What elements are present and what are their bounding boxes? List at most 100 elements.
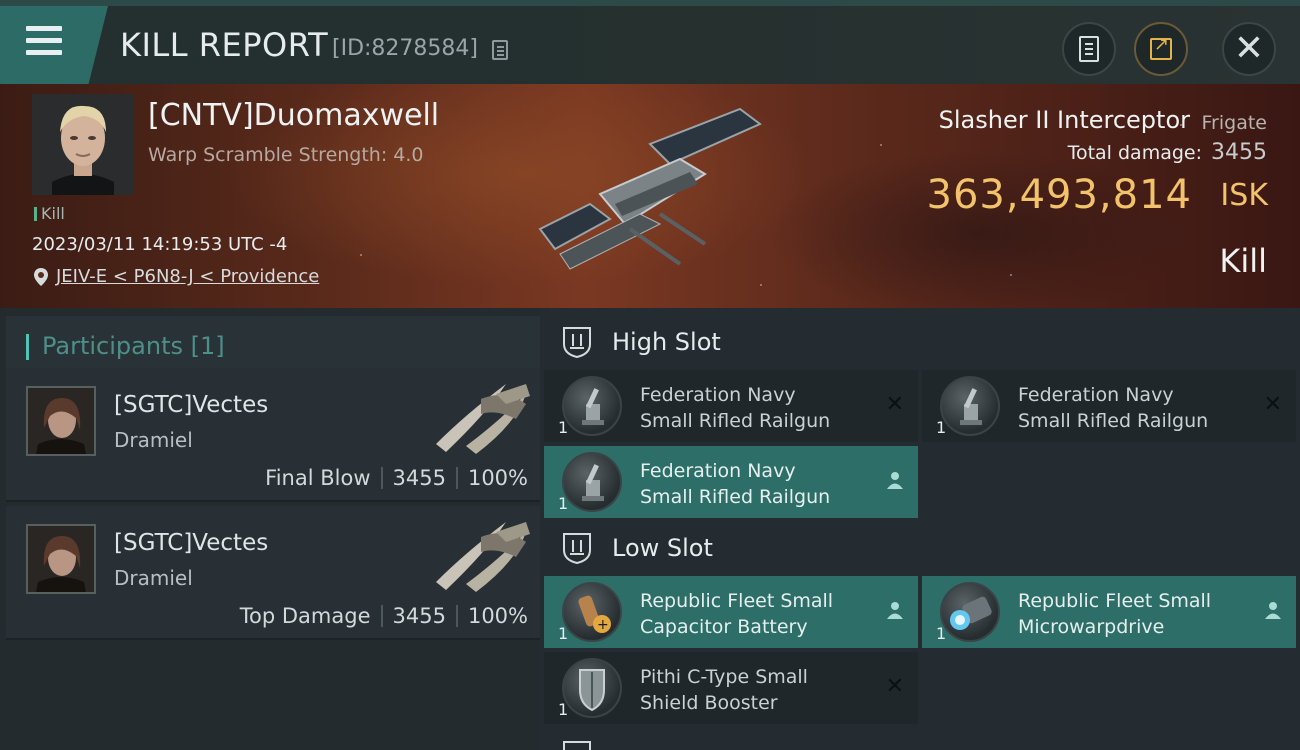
notes-icon bbox=[1079, 36, 1099, 62]
close-icon: ✕ bbox=[1233, 28, 1265, 69]
stat-separator bbox=[455, 467, 458, 489]
module-name-line2: Capacitor Battery bbox=[640, 616, 808, 638]
shield-booster-icon bbox=[562, 658, 622, 718]
module-quantity: 1 bbox=[558, 700, 569, 719]
low-slot-icon bbox=[563, 533, 591, 564]
participant-name[interactable]: [SGTC]Vectes bbox=[114, 392, 268, 418]
participant-ship: Dramiel bbox=[114, 428, 193, 452]
participants-title: Participants [1] bbox=[42, 332, 225, 360]
module-name-line2: Small Rifled Railgun bbox=[640, 410, 831, 432]
close-button[interactable]: ✕ bbox=[1222, 22, 1276, 76]
module-name-line1: Republic Fleet Small bbox=[640, 590, 834, 612]
participant-portrait[interactable] bbox=[26, 524, 96, 594]
victim-ship-name[interactable]: Slasher II Interceptor bbox=[939, 106, 1190, 134]
participant-ship-image bbox=[436, 384, 530, 454]
module-slot[interactable]: 1 Federation Navy Small Rifled Railgun ✕ bbox=[922, 370, 1296, 442]
module-quantity: 1 bbox=[558, 624, 569, 643]
page-title: KILL REPORT bbox=[120, 26, 329, 64]
warp-scramble-strength: Warp Scramble Strength: 4.0 bbox=[148, 144, 424, 166]
railgun-icon bbox=[940, 376, 1000, 436]
participant-stats: Final Blow 3455 100% bbox=[265, 466, 528, 490]
close-icon: ✕ bbox=[885, 392, 904, 417]
location-link[interactable]: JEIV-E < P6N8-J < Providence bbox=[34, 266, 319, 287]
total-damage-label: Total damage: bbox=[1067, 142, 1202, 164]
microwarpdrive-icon bbox=[940, 582, 1000, 642]
menu-button[interactable] bbox=[0, 6, 108, 84]
location-text[interactable]: JEIV-E < P6N8-J < Providence bbox=[56, 266, 319, 287]
high-slot-label: High Slot bbox=[612, 328, 721, 356]
kill-report-window: KILL REPORT [ID:8278584] ✕ bbox=[0, 0, 1300, 750]
participant-role: Final Blow bbox=[265, 466, 371, 490]
module-name: Federation Navy Small Rifled Railgun bbox=[1018, 382, 1258, 434]
total-damage-value: 3455 bbox=[1211, 140, 1267, 165]
participants-header-bar bbox=[26, 334, 29, 360]
module-name-line2: Small Rifled Railgun bbox=[1018, 410, 1209, 432]
module-slot[interactable]: 1 Federation Navy Small Rifled Railgun ✕ bbox=[544, 370, 918, 442]
share-button[interactable] bbox=[1134, 22, 1188, 76]
module-name: Republic Fleet Small Microwarpdrive bbox=[1018, 588, 1258, 640]
notes-button[interactable] bbox=[1062, 22, 1116, 76]
participant-damage: 3455 bbox=[392, 466, 446, 490]
module-slot[interactable]: 1 Federation Navy Small Rifled Railgun bbox=[544, 446, 918, 518]
participant-row[interactable]: [SGTC]Vectes Dramiel Top Damage 3455 100… bbox=[6, 506, 540, 640]
victim-name[interactable]: [CNTV]Duomaxwell bbox=[148, 98, 439, 133]
high-slot-header: High Slot bbox=[540, 312, 1300, 372]
victim-portrait[interactable] bbox=[32, 94, 133, 195]
high-slot-icon bbox=[563, 327, 591, 358]
capacitor-battery-icon: + bbox=[562, 582, 622, 642]
participant-ship-image bbox=[436, 522, 530, 592]
isk-value: 363,493,814 bbox=[926, 172, 1192, 218]
module-quantity: 1 bbox=[558, 494, 569, 513]
participant-role: Top Damage bbox=[239, 604, 371, 628]
kill-tag: Kill bbox=[34, 204, 65, 223]
participant-percent: 100% bbox=[467, 604, 528, 628]
kill-timestamp: 2023/03/11 14:19:53 UTC -4 bbox=[32, 234, 288, 255]
module-name: Federation Navy Small Rifled Railgun bbox=[640, 382, 880, 434]
module-slot[interactable]: + 1 Republic Fleet Small Capacitor Batte… bbox=[544, 576, 918, 648]
module-name-line2: Shield Booster bbox=[640, 692, 778, 714]
module-name-line2: Small Rifled Railgun bbox=[640, 486, 831, 508]
person-icon bbox=[1265, 602, 1281, 619]
participant-row[interactable]: [SGTC]Vectes Dramiel Final Blow 3455 100… bbox=[6, 368, 540, 502]
participant-percent: 100% bbox=[467, 466, 528, 490]
participant-stats: Top Damage 3455 100% bbox=[240, 604, 528, 628]
close-icon: ✕ bbox=[885, 674, 904, 699]
participant-portrait[interactable] bbox=[26, 386, 96, 456]
fitting-panel: High Slot 1 Federation Navy Small Rifled… bbox=[540, 308, 1300, 750]
participant-name[interactable]: [SGTC]Vectes bbox=[114, 530, 268, 556]
module-quantity: 1 bbox=[936, 418, 947, 437]
railgun-icon bbox=[562, 376, 622, 436]
header-bar: KILL REPORT [ID:8278584] ✕ bbox=[0, 0, 1300, 84]
person-icon bbox=[887, 602, 903, 619]
low-slot-header: Low Slot bbox=[540, 518, 1300, 578]
share-icon bbox=[1150, 34, 1172, 60]
stat-separator bbox=[455, 605, 458, 627]
stat-separator bbox=[380, 467, 383, 489]
victim-ship-class: Frigate bbox=[1201, 112, 1267, 134]
location-pin-icon bbox=[34, 267, 48, 286]
participants-panel: Participants [1] [SGTC]Vectes Dramiel Fi… bbox=[0, 308, 540, 750]
next-slot-header bbox=[540, 726, 1300, 750]
result-label: Kill bbox=[1219, 242, 1267, 280]
module-quantity: 1 bbox=[936, 624, 947, 643]
menu-icon bbox=[26, 26, 62, 58]
module-slot[interactable]: 1 Republic Fleet Small Microwarpdrive bbox=[922, 576, 1296, 648]
svg-text:+: + bbox=[597, 617, 609, 633]
module-quantity: 1 bbox=[558, 418, 569, 437]
module-name-line2: Microwarpdrive bbox=[1018, 616, 1165, 638]
copy-icon[interactable] bbox=[492, 40, 508, 60]
kill-tag-label: Kill bbox=[41, 204, 65, 223]
close-icon: ✕ bbox=[1263, 392, 1282, 417]
victim-banner: [CNTV]Duomaxwell Warp Scramble Strength:… bbox=[0, 84, 1300, 308]
next-slot-icon bbox=[563, 741, 591, 750]
module-name-line1: Federation Navy bbox=[640, 460, 796, 482]
module-name: Republic Fleet Small Capacitor Battery bbox=[640, 588, 880, 640]
module-slot[interactable]: 1 Pithi C-Type Small Shield Booster ✕ bbox=[544, 652, 918, 724]
module-name: Pithi C-Type Small Shield Booster bbox=[640, 664, 880, 716]
person-icon bbox=[887, 472, 903, 489]
isk-label: ISK bbox=[1220, 178, 1268, 213]
kill-tag-bar bbox=[34, 206, 37, 221]
railgun-icon bbox=[562, 452, 622, 512]
module-name-line1: Republic Fleet Small bbox=[1018, 590, 1212, 612]
stat-separator bbox=[380, 605, 383, 627]
